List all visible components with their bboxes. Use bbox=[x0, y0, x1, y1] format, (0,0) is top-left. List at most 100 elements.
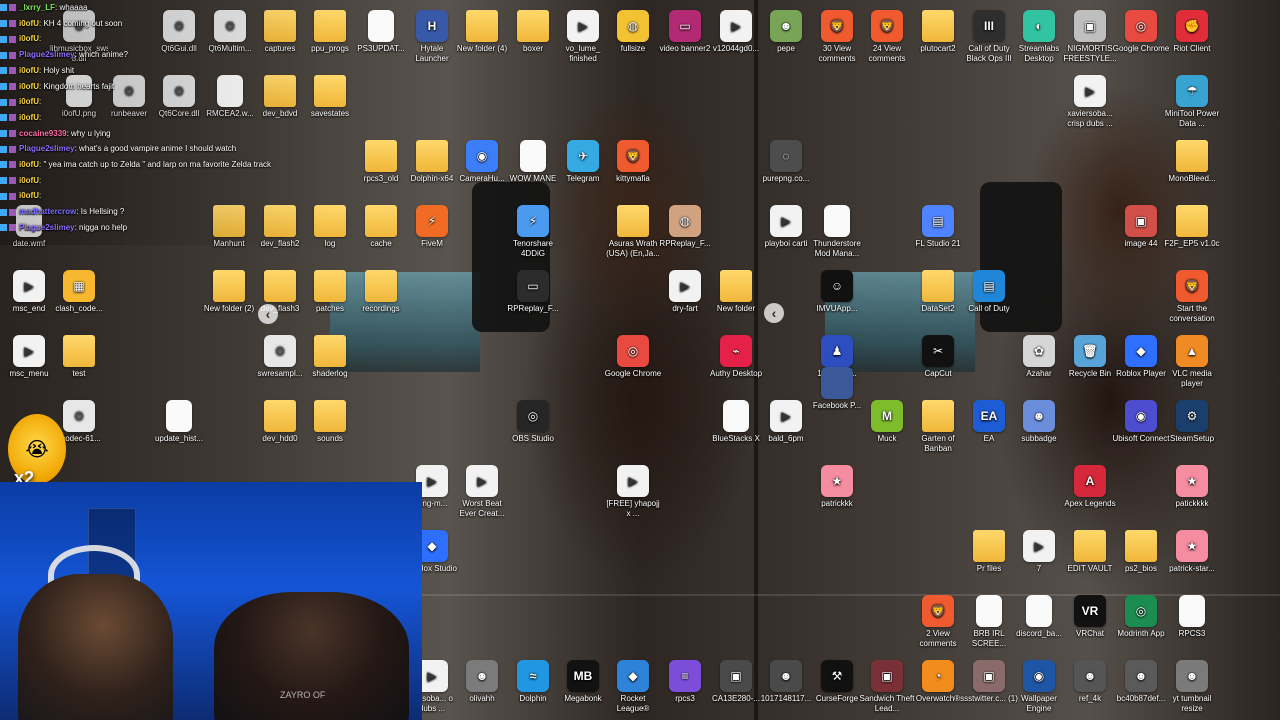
desktop-icon-45[interactable]: Asuras Wrath (USA) (En,Ja... bbox=[604, 205, 662, 259]
desktop-icon-63[interactable]: ▤ Call of Duty bbox=[960, 270, 1018, 314]
chat-username[interactable]: i0ofU bbox=[19, 113, 39, 122]
desktop-icon-89[interactable]: ◉ Ubisoft Connect bbox=[1112, 400, 1170, 444]
desktop-icon-18[interactable]: ◐ Streamlabs Desktop bbox=[1010, 10, 1068, 64]
desktop-icon-57[interactable]: recordings bbox=[352, 270, 410, 314]
desktop-icon-10[interactable]: ◍ fullsize bbox=[604, 10, 662, 54]
desktop-icon-30[interactable]: rpcs3_old bbox=[352, 140, 410, 184]
desktop-icon-96[interactable]: ★ patickkkk bbox=[1163, 465, 1221, 509]
desktop-icon-20[interactable]: ◎ Google Chrome bbox=[1112, 10, 1170, 54]
desktop-icon-53[interactable]: ▦ clash_code... bbox=[50, 270, 108, 314]
desktop-icon-119[interactable]: ◔ Overwatch® bbox=[909, 660, 967, 704]
chat-username[interactable]: i0ofU bbox=[19, 160, 39, 169]
desktop-icon-73[interactable]: ✂ CapCut bbox=[909, 335, 967, 379]
desktop-icon-61[interactable]: ☺ IMVUApp... bbox=[808, 270, 866, 314]
desktop-icon-106[interactable]: VR VRChat bbox=[1061, 595, 1119, 639]
desktop-icon-118[interactable]: ▣ Sandwich Theft Lead... bbox=[858, 660, 916, 714]
chat-username[interactable]: i0ofU bbox=[19, 191, 39, 200]
desktop-icon-100[interactable]: EDIT VAULT bbox=[1061, 530, 1119, 574]
desktop-icon-99[interactable]: ▶ 7 bbox=[1010, 530, 1068, 574]
desktop-icon-56[interactable]: patches bbox=[301, 270, 359, 314]
desktop-icon-102[interactable]: ★ patrick-star... bbox=[1163, 530, 1221, 574]
desktop-icon-108[interactable]: RPCS3 bbox=[1163, 595, 1221, 639]
left-arrow-button[interactable]: ‹ bbox=[258, 304, 278, 324]
desktop-icon-50[interactable]: ▣ image 44 bbox=[1112, 205, 1170, 249]
desktop-icon-49[interactable]: ▤ FL Studio 21 bbox=[909, 205, 967, 249]
chat-username[interactable]: i0ofU bbox=[19, 34, 39, 43]
desktop-icon-90[interactable]: ⚙ SteamSetup bbox=[1163, 400, 1221, 444]
desktop-icon-103[interactable]: 🦁 2 View comments bbox=[909, 595, 967, 649]
desktop-icon-95[interactable]: A Apex Legends bbox=[1061, 465, 1119, 509]
chat-username[interactable]: i0ofU bbox=[19, 82, 39, 91]
desktop-icon-70[interactable]: ⌁ Authy Desktop bbox=[707, 335, 765, 379]
desktop-icon-7[interactable]: New folder (4) bbox=[453, 10, 511, 54]
dll-icon: ⚙ bbox=[63, 400, 95, 432]
desktop-icon-124[interactable]: ☻ yt tumbnail resize bbox=[1163, 660, 1221, 714]
desktop-icon-93[interactable]: ▶ [FREE] yhapojj x ... bbox=[604, 465, 662, 519]
desktop-icon-19[interactable]: ▣ NIGMORTIS FREESTYLE... bbox=[1061, 10, 1119, 64]
desktop-icon-122[interactable]: ☻ ref_4k bbox=[1061, 660, 1119, 704]
desktop-icon-35[interactable]: 🦁 kittymafia bbox=[604, 140, 662, 184]
chat-username[interactable]: _lxrry_LF bbox=[19, 3, 55, 12]
desktop-icon-62[interactable]: DataSet2 bbox=[909, 270, 967, 314]
desktop-icon-47[interactable]: ▶ playboi carti bbox=[757, 205, 815, 249]
desktop-icon-44[interactable]: ⚡ Tenorshare 4DDiG bbox=[504, 205, 562, 259]
desktop-icon-29[interactable]: ☂ MiniTool Power Data ... bbox=[1163, 75, 1221, 129]
desktop-icon-94[interactable]: ★ patrickkk bbox=[808, 465, 866, 509]
desktop-icon-64[interactable]: 🦁 Start the conversation bbox=[1163, 270, 1221, 324]
desktop-icon-11[interactable]: ▭ video banner2 bbox=[656, 10, 714, 54]
desktop-icon-81[interactable]: sounds bbox=[301, 400, 359, 444]
chat-username[interactable]: i0ofU bbox=[19, 97, 39, 106]
desktop-icon-69[interactable]: ◎ Google Chrome bbox=[604, 335, 662, 379]
desktop-icon-5[interactable]: PS3UPDAT... bbox=[352, 10, 410, 54]
desktop-icon-16[interactable]: plutocart2 bbox=[909, 10, 967, 54]
desktop-icon-66[interactable]: test bbox=[50, 335, 108, 379]
desktop-icon-101[interactable]: ps2_bios bbox=[1112, 530, 1170, 574]
chat-username[interactable]: Plague2slimey bbox=[19, 144, 75, 153]
right-arrow-button[interactable]: ‹ bbox=[764, 303, 784, 323]
desktop-icon-77[interactable]: ▲ VLC media player bbox=[1163, 335, 1221, 389]
desktop-icon-107[interactable]: ◎ Modrinth App bbox=[1112, 595, 1170, 639]
desktop-icon-48[interactable]: Thunderstore Mod Mana... bbox=[808, 205, 866, 259]
desktop-icon-68[interactable]: shaderlog bbox=[301, 335, 359, 379]
desktop-icon-15[interactable]: 🦁 24 View comments bbox=[858, 10, 916, 64]
chat-username[interactable]: Plague2slimey bbox=[19, 223, 75, 232]
desktop-icon-105[interactable]: discord_ba... bbox=[1010, 595, 1068, 639]
desktop-icon-76[interactable]: ◆ Roblox Player bbox=[1112, 335, 1170, 379]
desktop-icon-79[interactable]: update_hist... bbox=[150, 400, 208, 444]
desktop-icon-46[interactable]: ◍ RPReplay_F... bbox=[656, 205, 714, 249]
chat-username[interactable]: madhattercrow bbox=[19, 207, 76, 216]
desktop-icon-36[interactable]: ◌ purepng.co... bbox=[757, 140, 815, 184]
desktop-icon-32[interactable]: ◉ CameraHu... bbox=[453, 140, 511, 184]
desktop-icon-92[interactable]: ▶ Worst Beat Ever Creat... bbox=[453, 465, 511, 519]
desktop-icon-37[interactable]: MonoBleed... bbox=[1163, 140, 1221, 184]
desktop-icon-51[interactable]: F2F_EP5 v1.0c bbox=[1163, 205, 1221, 249]
desktop-icon-113[interactable]: ◆ Rocket League® bbox=[604, 660, 662, 714]
desktop-icon-110[interactable]: ☻ olivahh bbox=[453, 660, 511, 704]
desktop-icon-85[interactable]: M Muck bbox=[858, 400, 916, 444]
desktop-icon-42[interactable]: cache bbox=[352, 205, 410, 249]
desktop-icon-116[interactable]: ☻ 1017148117... bbox=[757, 660, 815, 704]
desktop-icon-123[interactable]: ☻ bc40b87def... bbox=[1112, 660, 1170, 704]
chat-username[interactable]: cocaine9339 bbox=[19, 129, 67, 138]
desktop-icon-74[interactable]: ✿ Azahar bbox=[1010, 335, 1068, 379]
desktop-icon-121[interactable]: ◉ Wallpaper Engine bbox=[1010, 660, 1068, 714]
desktop-icon-28[interactable]: ▶ xaviersoba... crisp dubs ... bbox=[1061, 75, 1119, 129]
desktop-icon-13[interactable]: ☻ pepe bbox=[757, 10, 815, 54]
desktop-icon-88[interactable]: ☻ subbadge bbox=[1010, 400, 1068, 444]
desktop-icon-82[interactable]: ◎ OBS Studio bbox=[504, 400, 562, 444]
desktop-icon-54[interactable]: New folder (2) bbox=[200, 270, 258, 314]
desktop-icon-75[interactable]: 🗑 Recycle Bin bbox=[1061, 335, 1119, 379]
desktop-icon-84[interactable]: ▶ bald_6pm bbox=[757, 400, 815, 444]
desktop-icon-60[interactable]: New folder bbox=[707, 270, 765, 314]
desktop-icon-86[interactable]: Garten of Banban bbox=[909, 400, 967, 454]
desktop-icon-43[interactable]: ⚡ FiveM bbox=[403, 205, 461, 249]
chat-username[interactable]: Plague2slimey bbox=[19, 50, 75, 59]
chat-username[interactable]: i0ofU bbox=[19, 19, 39, 28]
desktop-icon-58[interactable]: ▭ RPReplay_F... bbox=[504, 270, 562, 314]
desktop-icon-114[interactable]: ≡ rpcs3 bbox=[656, 660, 714, 704]
chat-username[interactable]: i0ofU bbox=[19, 176, 39, 185]
desktop-icon-21[interactable]: ✊ Riot Client bbox=[1163, 10, 1221, 54]
desktop-icon-59[interactable]: ▶ dry-fart bbox=[656, 270, 714, 314]
app-icon: ☻ bbox=[1176, 660, 1208, 692]
chat-username[interactable]: i0ofU bbox=[19, 66, 39, 75]
